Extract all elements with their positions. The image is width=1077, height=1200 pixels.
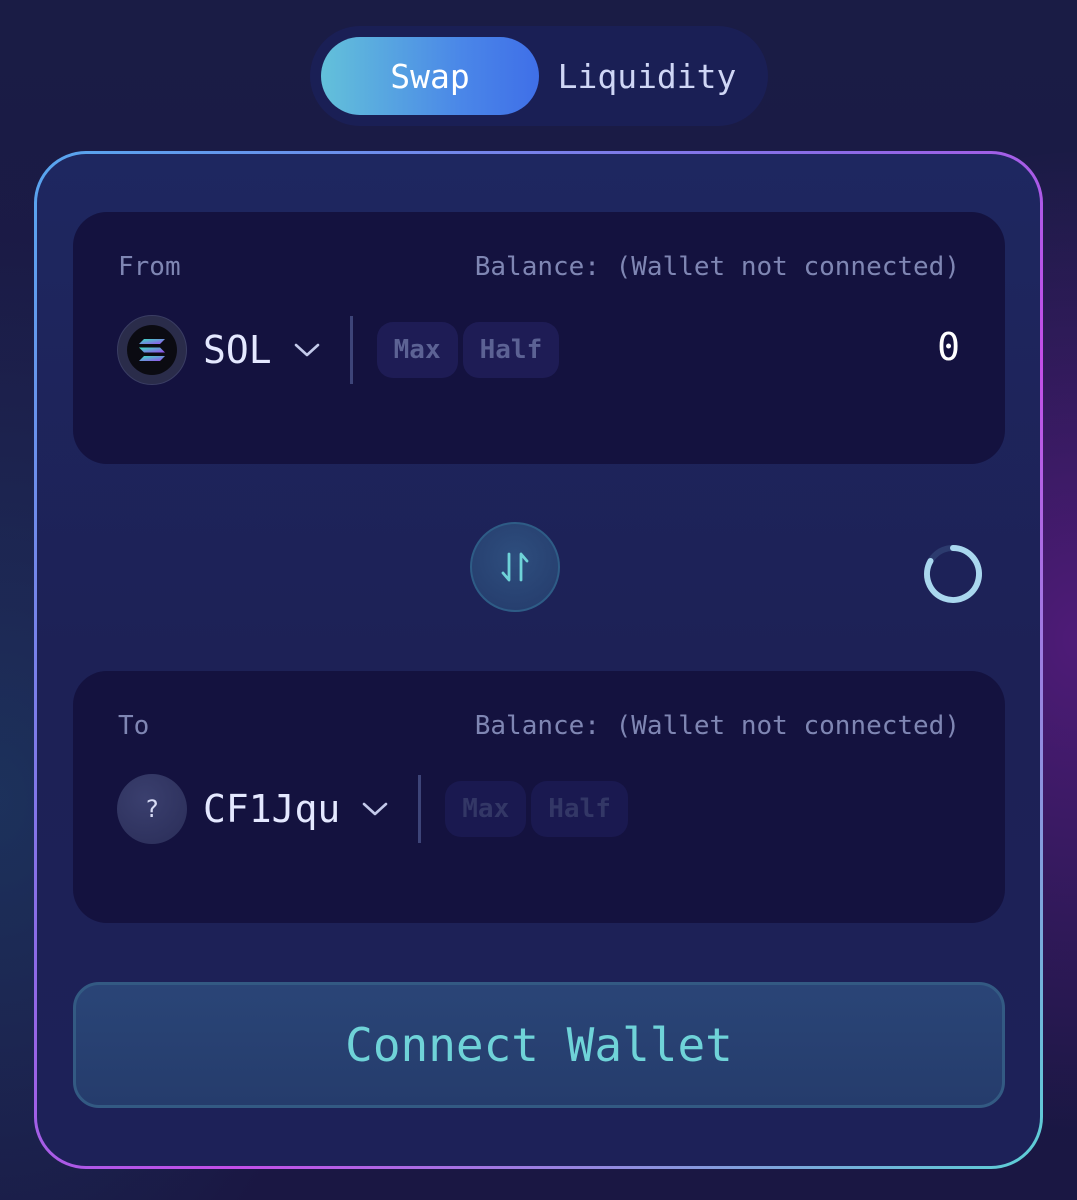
to-panel: To Balance: (Wallet not connected) ? CF1…	[73, 671, 1005, 923]
from-balance: Balance: (Wallet not connected)	[474, 252, 960, 282]
unknown-token-icon[interactable]: ?	[117, 774, 187, 844]
swap-card: From Balance: (Wallet not connected) SOL…	[37, 154, 1040, 1166]
from-token-row: SOL Max Half	[117, 314, 560, 386]
to-token-symbol[interactable]: CF1Jqu	[203, 787, 340, 831]
chevron-down-icon[interactable]	[294, 340, 322, 360]
chevron-down-icon[interactable]	[362, 799, 390, 819]
from-max-button[interactable]: Max	[376, 322, 458, 378]
to-balance: Balance: (Wallet not connected)	[474, 711, 960, 741]
from-half-button[interactable]: Half	[462, 322, 560, 378]
from-panel: From Balance: (Wallet not connected) SOL…	[73, 212, 1005, 464]
swap-liquidity-tab-switch: Swap Liquidity	[310, 26, 768, 126]
token-divider	[349, 316, 353, 384]
to-token-row: ? CF1Jqu Max Half	[117, 773, 628, 845]
connect-wallet-button[interactable]: Connect Wallet	[73, 982, 1005, 1108]
swap-direction-icon	[501, 552, 529, 582]
from-amount-input[interactable]: 0	[937, 325, 960, 369]
swap-card-border: From Balance: (Wallet not connected) SOL…	[34, 151, 1043, 1169]
solana-logo-inner	[127, 325, 177, 375]
tab-swap[interactable]: Swap	[321, 37, 539, 115]
loading-spinner-icon	[924, 545, 983, 603]
to-max-button[interactable]: Max	[445, 781, 527, 837]
swap-direction-button[interactable]	[470, 522, 560, 612]
token-divider	[418, 775, 422, 843]
tab-liquidity[interactable]: Liquidity	[538, 37, 756, 115]
solana-bars-icon	[139, 339, 165, 361]
from-label: From	[118, 252, 181, 282]
solana-logo-icon[interactable]	[117, 315, 187, 385]
to-half-button[interactable]: Half	[531, 781, 628, 837]
from-token-symbol[interactable]: SOL	[203, 328, 272, 372]
to-label: To	[118, 711, 150, 741]
